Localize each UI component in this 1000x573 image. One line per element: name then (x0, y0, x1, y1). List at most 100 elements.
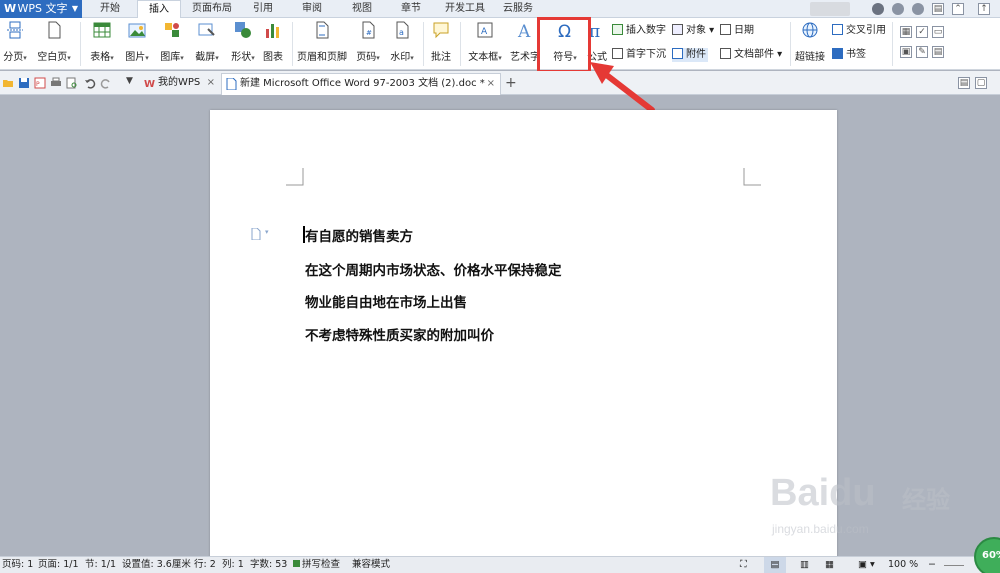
divider (292, 22, 293, 66)
page-number-label: 页码 (356, 52, 377, 63)
header-footer-button[interactable]: 页眉和页脚 (297, 21, 347, 63)
field-icon[interactable]: ▭ (932, 26, 944, 38)
doc-tab-my-wps[interactable]: W 我的WPS × (140, 73, 220, 93)
paragraph-layout-icon (251, 228, 261, 240)
upload-icon[interactable]: ↑ (978, 3, 990, 15)
screenshot-label: 截屏 (195, 52, 216, 63)
web-view-icon[interactable]: ▦ (825, 557, 834, 573)
close-icon[interactable]: × (487, 74, 495, 94)
comment-icon (433, 22, 449, 39)
hyperlink-button[interactable]: 超链接 (794, 21, 826, 63)
feedback-icon[interactable]: ▤ (932, 3, 944, 15)
globe-link-icon (802, 22, 818, 38)
more-dropdown-icon[interactable]: ▼ (126, 76, 133, 86)
tab-list-icon[interactable]: ▤ (958, 77, 970, 89)
bookmark-button[interactable]: 书签 (832, 48, 866, 62)
date-button[interactable]: 日期 (720, 24, 754, 38)
tab-view[interactable]: 视图 (342, 0, 382, 18)
doc-parts-button[interactable]: 文档部件 ▾ (720, 48, 782, 62)
chart-button[interactable]: 图表 (260, 21, 286, 63)
tab-page-layout[interactable]: 页面布局 (186, 0, 238, 18)
shape-icon (235, 22, 251, 38)
watermark-brand-cn: 经验 (902, 487, 950, 514)
attachment-button[interactable]: 附件 (672, 48, 708, 62)
full-screen-icon[interactable]: ⛶ (740, 557, 747, 573)
panel-icon[interactable]: ▦ (900, 26, 912, 38)
margin-corner-marker (743, 168, 761, 186)
tab-review[interactable]: 审阅 (292, 0, 332, 18)
document-line[interactable]: 在这个周期内市场状态、价格水平保持稳定 (305, 259, 562, 279)
document-page[interactable]: ▾ 有自愿的销售卖方 在这个周期内市场状态、价格水平保持稳定 物业能自由地在市场… (210, 110, 837, 558)
doc-tab-current[interactable]: 新建 Microsoft Office Word 97-2003 文档 (2).… (221, 73, 501, 95)
tab-chapter[interactable]: 章节 (391, 0, 431, 18)
form-icon[interactable]: ▣ (900, 46, 912, 58)
hyperlink-label: 超链接 (795, 52, 825, 63)
bookmark-icon (832, 48, 843, 59)
divider (80, 22, 81, 66)
text-box-button[interactable]: A 文本框▾ (465, 21, 505, 63)
divider (790, 22, 791, 66)
tab-references[interactable]: 引用 (243, 0, 283, 18)
spell-check-button[interactable]: 拼写检查 (293, 557, 340, 573)
ribbon-toggle-icon[interactable]: ⌃ (952, 3, 964, 15)
status-setting: 设置值: 3.6厘米 (122, 559, 191, 570)
tab-close-all-icon[interactable]: ▢ (975, 77, 987, 89)
screenshot-button[interactable]: 截屏▾ (190, 21, 224, 63)
cross-ref-button[interactable]: 交叉引用 (832, 24, 886, 38)
shape-button[interactable]: 形状▾ (226, 21, 260, 63)
zoom-level[interactable]: 100 % (888, 557, 918, 573)
watermark-button[interactable]: a 水印▾ (386, 21, 418, 63)
blank-page-button[interactable]: 空白页▾ (33, 21, 75, 63)
bookmark-label: 书签 (846, 49, 866, 60)
settings-icon[interactable] (872, 3, 884, 15)
pen-icon[interactable]: ✎ (916, 46, 928, 58)
svg-text:a: a (399, 28, 404, 37)
cross-ref-label: 交叉引用 (846, 25, 886, 36)
zoom-badge: 60% (974, 537, 1000, 573)
paperclip-icon (672, 48, 683, 59)
object-button[interactable]: 对象 ▾ (672, 24, 714, 38)
check-icon[interactable]: ✓ (916, 26, 928, 38)
insert-number-button[interactable]: 插入数字 (612, 24, 666, 38)
page-view-icon[interactable]: ▤ (764, 557, 786, 573)
date-label: 日期 (734, 25, 754, 36)
gallery-label: 图库 (160, 52, 181, 63)
divider (892, 22, 893, 66)
new-tab-button[interactable]: + (505, 73, 517, 93)
picture-button[interactable]: 图片▾ (120, 21, 154, 63)
svg-text:A: A (517, 22, 531, 39)
document-line[interactable]: 不考虑特殊性质买家的附加叫价 (305, 324, 494, 344)
status-page-num: 页码: 1 (2, 559, 34, 570)
divider (460, 22, 461, 66)
grid-icon[interactable]: ▤ (932, 46, 944, 58)
tab-cloud[interactable]: 云服务 (496, 0, 540, 18)
comment-button[interactable]: 批注 (428, 21, 454, 63)
margin-corner-marker (286, 168, 304, 186)
zoom-slider[interactable] (944, 565, 964, 566)
help-icon[interactable] (912, 3, 924, 15)
picture-label: 图片 (125, 52, 146, 63)
zoom-out-icon[interactable]: − (928, 557, 936, 573)
tab-developer[interactable]: 开发工具 (439, 0, 491, 18)
text-box-label: 文本框 (468, 52, 499, 63)
table-button[interactable]: 表格▾ (85, 21, 119, 63)
tab-start[interactable]: 开始 (88, 0, 132, 18)
status-section: 节: 1/1 (85, 559, 117, 570)
status-col: 列: 1 (222, 559, 244, 570)
menu-bar: W WPS 文字 ▼ 开始 插入 页面布局 引用 审阅 视图 章节 开发工具 云… (0, 0, 1000, 19)
page-number-button[interactable]: # 页码▾ (352, 21, 384, 63)
status-row: 行: 2 (194, 559, 216, 570)
document-line[interactable]: 物业能自由地在市场上出售 (305, 291, 467, 311)
outline-view-icon[interactable]: ▥ (800, 557, 809, 573)
drop-cap-button[interactable]: 首字下沉 (612, 48, 666, 62)
close-icon[interactable]: × (207, 73, 215, 93)
app-menu-button[interactable]: W WPS 文字 ▼ (0, 0, 82, 18)
document-line[interactable]: 有自愿的销售卖方 (305, 225, 413, 245)
user-avatar[interactable] (810, 2, 850, 16)
skin-icon[interactable] (892, 3, 904, 15)
tab-insert[interactable]: 插入 (137, 0, 181, 19)
cross-ref-icon (832, 24, 843, 35)
page-break-button[interactable]: 分页▾ (0, 21, 30, 63)
gallery-button[interactable]: 图库▾ (155, 21, 189, 63)
reading-view-icon[interactable]: ▣ ▾ (858, 557, 875, 573)
